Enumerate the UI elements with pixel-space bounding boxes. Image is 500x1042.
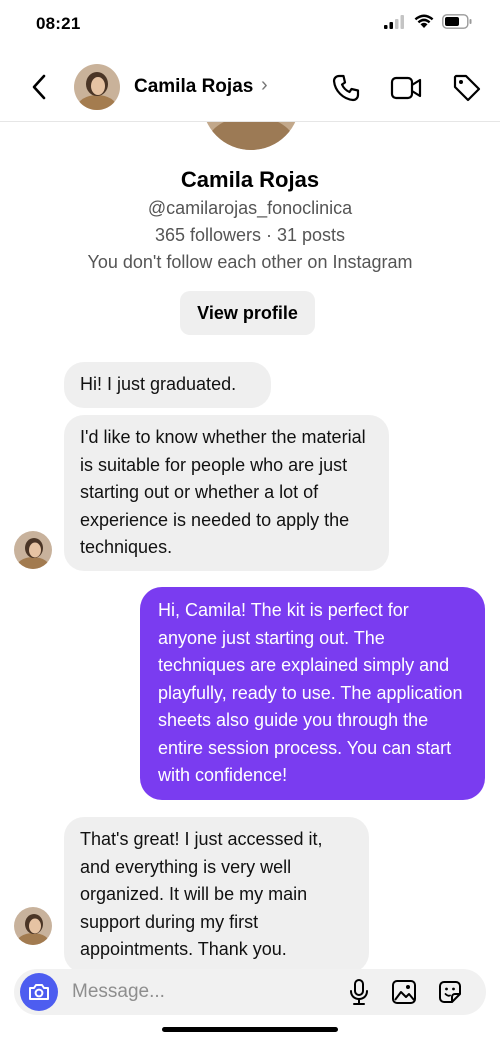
message-bubble-outgoing[interactable]: Hi, Camila! The kit is perfect for anyon… [140, 587, 485, 800]
message-composer [14, 969, 486, 1015]
camera-button[interactable] [20, 973, 58, 1011]
back-button[interactable] [24, 72, 54, 102]
chevron-left-icon [32, 74, 46, 100]
contact-name[interactable]: Camila Rojas [134, 76, 253, 98]
battery-icon [442, 14, 472, 29]
sender-avatar-photo [14, 531, 52, 569]
status-time: 08:21 [36, 14, 81, 33]
sticker-button[interactable] [435, 977, 465, 1007]
message-bubble-incoming[interactable]: I'd like to know whether the material is… [64, 415, 389, 571]
profile-relationship: You don't follow each other on Instagram [87, 252, 413, 272]
message-input[interactable] [72, 977, 342, 1007]
status-bar: 08:21 [0, 0, 500, 50]
sticker-icon [439, 981, 461, 1003]
avatar-photo [74, 64, 120, 110]
chevron-right-icon[interactable]: › [261, 74, 268, 97]
video-call-button[interactable] [390, 72, 422, 104]
tag-button[interactable] [451, 72, 483, 104]
camera-icon [29, 984, 49, 1000]
tag-icon [453, 74, 481, 102]
cellular-signal-icon [384, 14, 404, 29]
contact-avatar[interactable] [74, 64, 120, 110]
phone-icon [332, 74, 360, 102]
microphone-icon [350, 979, 368, 1005]
video-call-icon [390, 76, 422, 100]
message-bubble-incoming[interactable]: That's great! I just accessed it, and ev… [64, 817, 369, 973]
wifi-icon [414, 14, 434, 28]
status-icons [384, 14, 472, 29]
home-indicator [162, 1027, 338, 1032]
profile-username: @camilarojas_fonoclinica [147, 198, 353, 218]
voice-message-button[interactable] [344, 977, 374, 1007]
sender-avatar[interactable] [14, 907, 52, 945]
sender-avatar-photo [14, 907, 52, 945]
gallery-icon [392, 980, 416, 1004]
message-bubble-incoming[interactable]: Hi! I just graduated. [64, 362, 271, 408]
chat-header: Camila Rojas › [0, 58, 500, 122]
profile-name: Camila Rojas [180, 167, 320, 192]
view-profile-button[interactable]: View profile [180, 291, 315, 335]
profile-stats: 365 followers · 31 posts [154, 225, 346, 245]
gallery-button[interactable] [389, 977, 419, 1007]
voice-call-button[interactable] [330, 72, 362, 104]
sender-avatar[interactable] [14, 531, 52, 569]
